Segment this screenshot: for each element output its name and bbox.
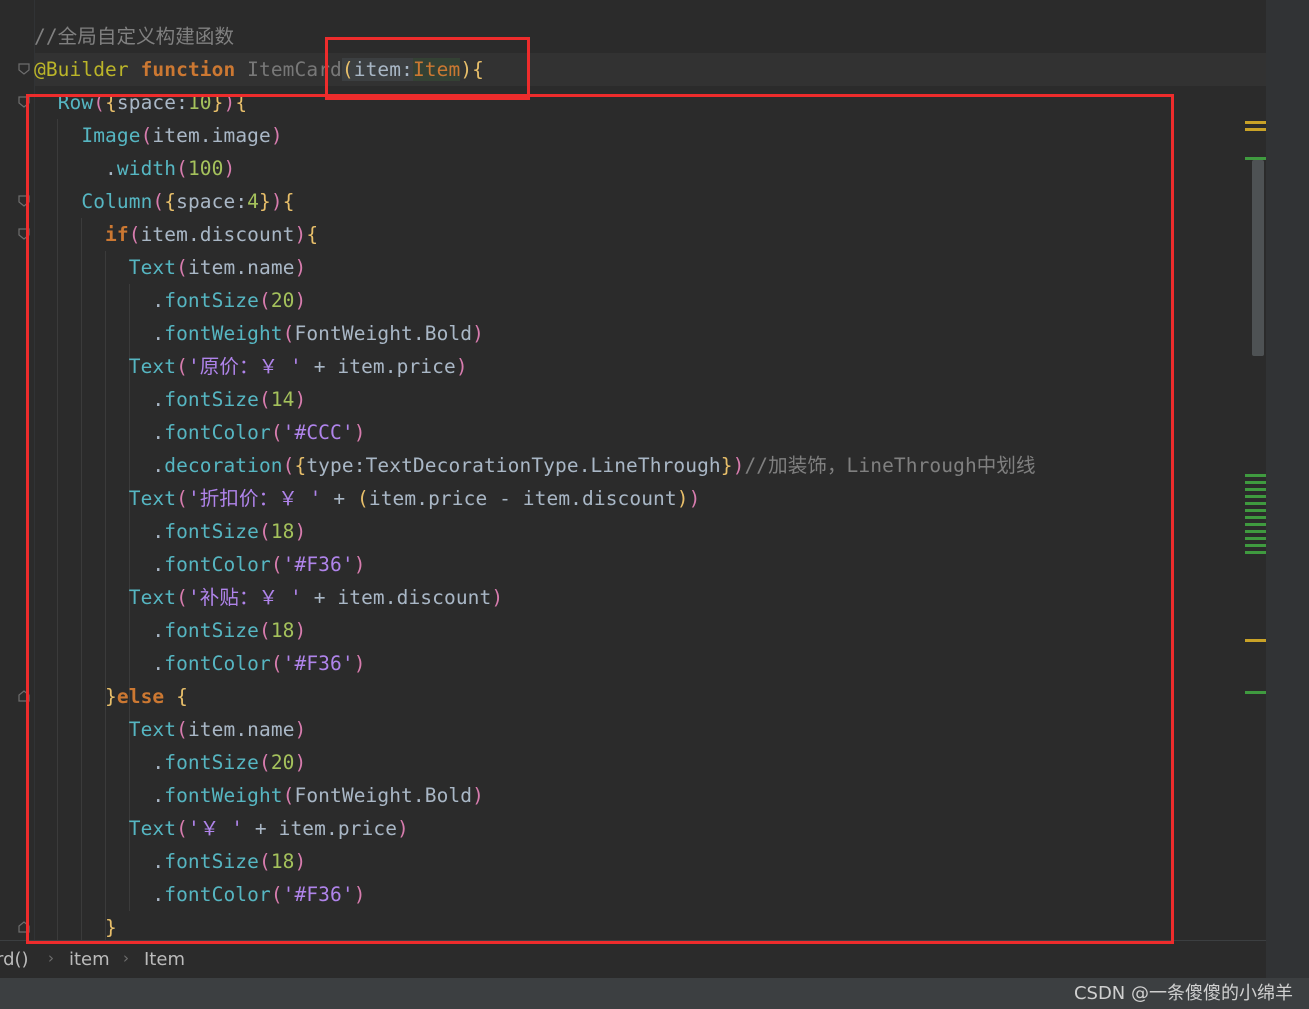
stripe-marker[interactable]	[1245, 551, 1266, 554]
breadcrumb: rd() › item › Item	[0, 940, 1266, 979]
chevron-right-icon: ›	[123, 949, 129, 967]
scrollbar-thumb[interactable]	[1252, 160, 1264, 356]
stripe-marker[interactable]	[1245, 495, 1266, 498]
stripe-marker[interactable]	[1245, 121, 1266, 124]
stripe-marker[interactable]	[1245, 488, 1266, 491]
fold-collapse-icon[interactable]	[18, 63, 30, 75]
stripe-marker[interactable]	[1245, 128, 1266, 131]
signature-highlight-box	[325, 37, 530, 100]
vertical-scrollbar[interactable]	[1266, 0, 1309, 1009]
stripe-marker[interactable]	[1245, 516, 1266, 519]
breadcrumb-item-type[interactable]: Item	[144, 949, 185, 970]
stripe-marker[interactable]	[1245, 537, 1266, 540]
stripe-marker[interactable]	[1245, 639, 1266, 642]
stripe-marker[interactable]	[1245, 544, 1266, 547]
watermark: CSDN @一条傻傻的小绵羊	[1073, 983, 1293, 1004]
breadcrumb-item-function[interactable]: rd()	[0, 949, 29, 970]
stripe-marker[interactable]	[1245, 502, 1266, 505]
stripe-marker[interactable]	[1245, 530, 1266, 533]
chevron-right-icon: ›	[48, 949, 54, 967]
stripe-marker[interactable]	[1245, 474, 1266, 477]
code-token: //全局自定义构建函数	[34, 25, 235, 48]
stripe-marker[interactable]	[1245, 523, 1266, 526]
stripe-marker[interactable]	[1245, 157, 1266, 160]
code-token: function	[140, 58, 236, 81]
stripe-marker[interactable]	[1245, 691, 1266, 694]
breadcrumb-item-param[interactable]: item	[69, 949, 110, 970]
body-highlight-box	[26, 94, 1174, 944]
stripe-marker[interactable]	[1245, 481, 1266, 484]
code-token: @Builder	[34, 58, 129, 81]
code-line[interactable]: //全局自定义构建函数	[34, 20, 234, 53]
stripe-marker[interactable]	[1245, 509, 1266, 512]
